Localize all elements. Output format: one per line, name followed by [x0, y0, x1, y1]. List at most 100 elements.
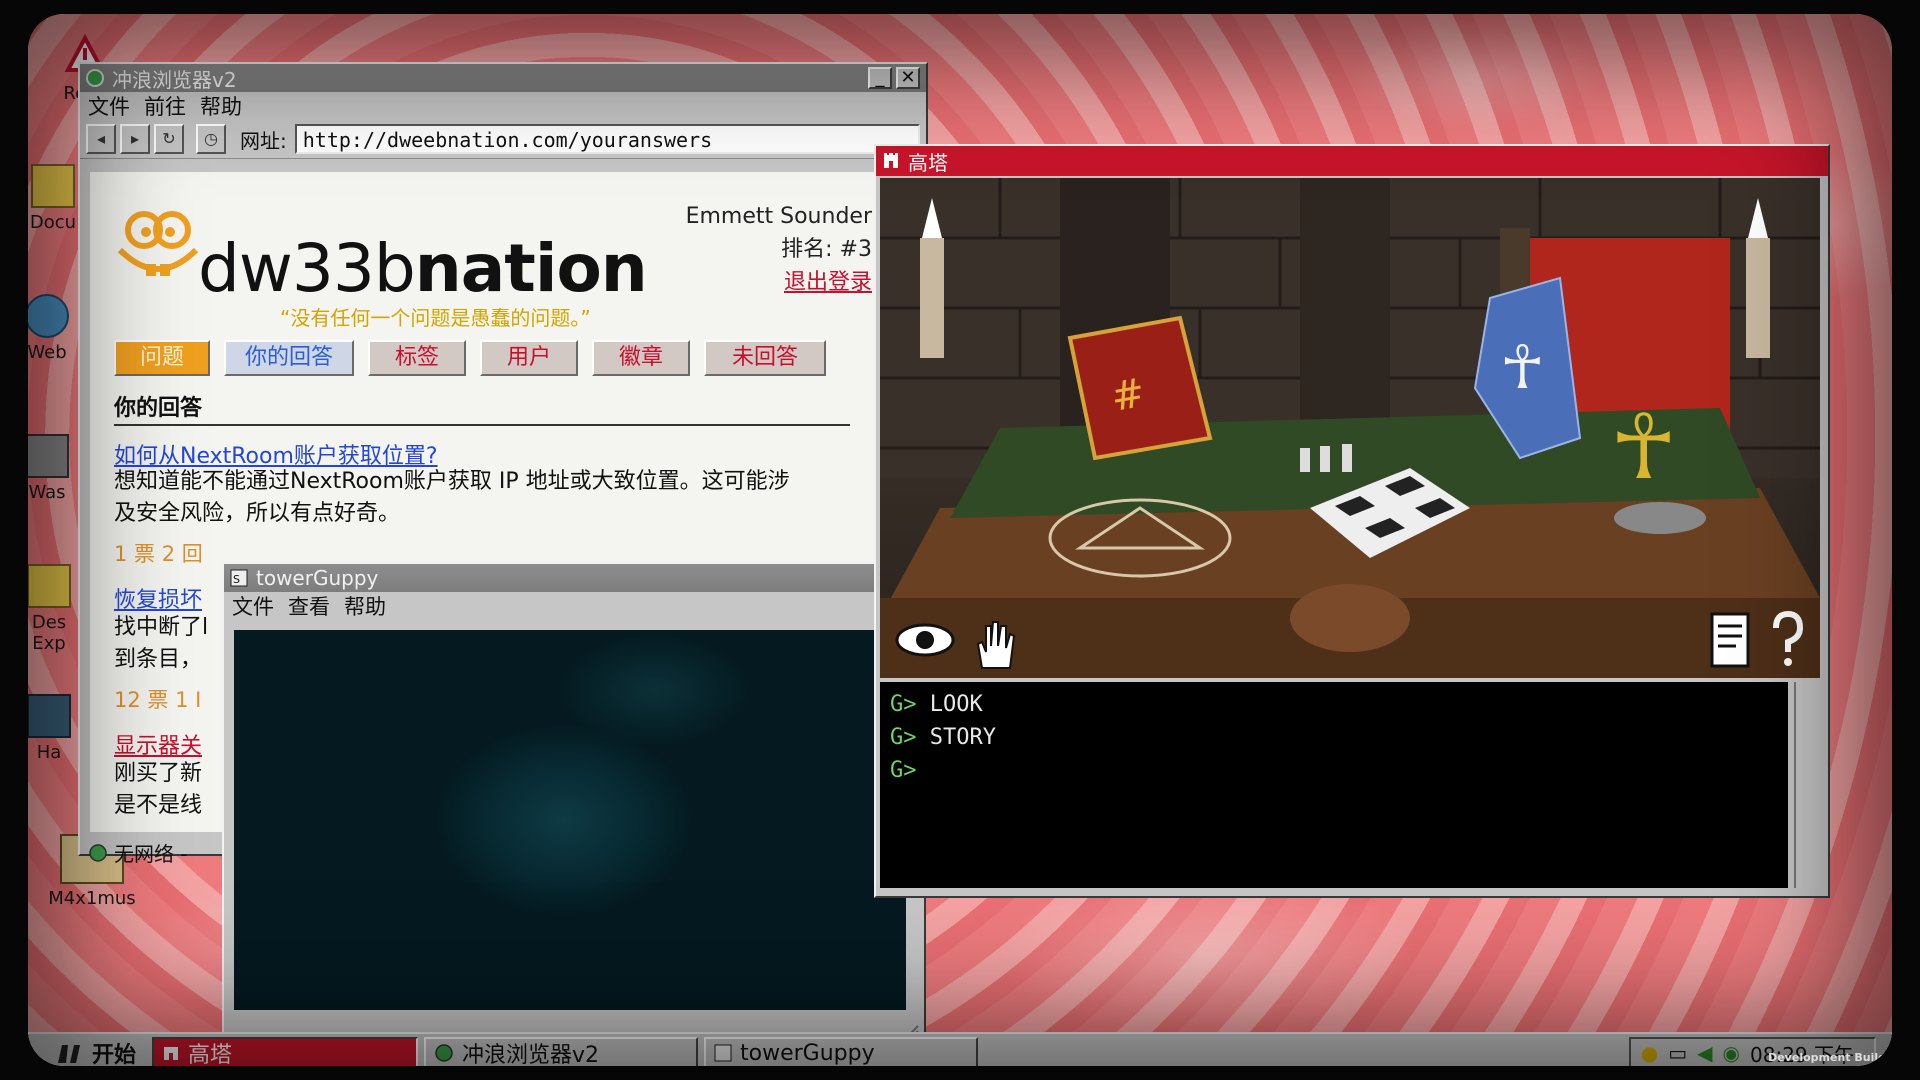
tab-tags[interactable]: 标签	[368, 340, 466, 376]
desktop-icon-desktop-explorer[interactable]: Des Exp	[28, 564, 84, 654]
browser-titlebar[interactable]: 冲浪浏览器v2 _ ✕	[80, 64, 926, 92]
task-button-tower[interactable]: 高塔	[152, 1037, 419, 1066]
close-button[interactable]: ✕	[896, 67, 920, 89]
network-card-icon[interactable]: ▭	[1668, 1041, 1687, 1065]
tab-unanswered[interactable]: 未回答	[704, 340, 826, 376]
tab-your-answers[interactable]: 你的回答	[224, 340, 354, 376]
globe-status-icon[interactable]: ◉	[1723, 1041, 1740, 1065]
guppy-app-icon: S	[230, 569, 248, 587]
status-bar: 无网络 -	[88, 838, 188, 867]
hand-interact-icon[interactable]	[970, 618, 1018, 670]
tab-questions[interactable]: 问题	[114, 340, 210, 376]
help-question-icon[interactable]	[1770, 610, 1806, 670]
svg-text:S: S	[233, 573, 240, 586]
tower-icon	[884, 153, 898, 168]
menu-go[interactable]: 前往	[144, 91, 186, 121]
speaker-icon[interactable]: ◀	[1697, 1041, 1712, 1065]
game-scene-art: # ☥ ☥	[880, 178, 1820, 678]
menu-help[interactable]: 帮助	[344, 591, 386, 621]
desktop-icon-label: Des Exp	[31, 612, 67, 654]
start-logo-icon	[58, 1045, 80, 1063]
utility-toolbar	[1706, 610, 1806, 670]
menu-file[interactable]: 文件	[232, 591, 274, 621]
console-input-line[interactable]: G>	[890, 754, 1778, 787]
question-body: 找中断了l	[114, 615, 209, 640]
arrow-left-icon: ◂	[96, 129, 106, 148]
user-box: Emmett Sounder 排名: #3 退出登录	[686, 200, 872, 299]
section-title: 你的回答	[114, 396, 203, 421]
story-scroll-icon[interactable]	[1706, 610, 1754, 670]
console-text: LOOK	[929, 692, 983, 717]
site-tagline: “没有任何一个问题是愚蠢的问题。”	[280, 306, 591, 330]
section-divider	[114, 424, 850, 426]
question-body: 及安全风险，所以有点好奇。	[114, 501, 401, 526]
console-prompt: G>	[890, 725, 917, 750]
question-meta: 12 票 1 I	[114, 688, 202, 712]
game-scene[interactable]: # ☥ ☥	[880, 178, 1820, 678]
task-label: 高塔	[188, 1043, 233, 1066]
user-rank: 排名: #3	[781, 237, 872, 262]
arrow-right-icon: ▸	[130, 129, 140, 148]
question-body: 刚买了新	[114, 761, 203, 786]
desktop-icon-label: Was	[28, 482, 66, 503]
task-button-guppy[interactable]: towerGuppy	[704, 1037, 979, 1066]
desktop-icon-label: Ha	[36, 742, 62, 763]
desktop: Re Is Docu Web Was Des Exp Ha M4x1mus 冲浪…	[28, 14, 1892, 1066]
program-icon	[28, 434, 69, 478]
forward-button[interactable]: ▸	[120, 124, 150, 154]
console-line: G> STORY	[890, 721, 1778, 754]
look-eye-icon[interactable]	[894, 618, 956, 662]
question-link[interactable]: 恢复损坏	[114, 582, 202, 614]
game-console[interactable]: G> LOOK G> STORY G>	[880, 682, 1788, 888]
menu-help[interactable]: 帮助	[200, 91, 242, 121]
site-logo-text: dw33bnation	[198, 230, 648, 307]
globe-icon	[28, 294, 69, 338]
menu-view[interactable]: 查看	[288, 591, 330, 621]
console-prompt: G>	[890, 692, 917, 717]
desktop-icon-ha[interactable]: Ha	[28, 694, 84, 763]
desktop-icon-label: M4x1mus	[48, 888, 136, 909]
console-text: STORY	[929, 725, 996, 750]
tab-badges[interactable]: 徽章	[592, 340, 690, 376]
refresh-button[interactable]: ↻	[154, 124, 184, 154]
svg-text:☥: ☥	[1610, 395, 1677, 500]
console-scrollbar[interactable]	[1794, 682, 1824, 888]
guppy-titlebar[interactable]: S towerGuppy _	[224, 564, 924, 592]
guppy-menubar: 文件 查看 帮助	[224, 592, 924, 620]
menu-file[interactable]: 文件	[88, 91, 130, 121]
address-label: 网址:	[240, 128, 287, 153]
tower-icon	[164, 1047, 179, 1060]
dweeb-mascot-logo	[117, 211, 199, 276]
console-line: G> LOOK	[890, 688, 1778, 721]
question-link[interactable]: 显示器关	[114, 728, 202, 760]
image-icon	[28, 694, 71, 738]
browser-menubar: 文件 前往 帮助	[80, 92, 926, 120]
address-input[interactable]: http://dweebnation.com/youranswers	[294, 124, 920, 154]
start-button[interactable]: 开始	[28, 1036, 146, 1066]
tab-users[interactable]: 用户	[480, 340, 578, 376]
tower-game-window[interactable]: 高塔 # ☥ ☥ G> LOOK G> STORY G>	[874, 144, 1830, 898]
window-title: towerGuppy	[256, 566, 379, 590]
desktop-icon-web[interactable]: Web	[28, 294, 82, 363]
window-title: 冲浪浏览器v2	[112, 67, 237, 92]
logout-link[interactable]: 退出登录	[686, 266, 872, 299]
tower-titlebar[interactable]: 高塔	[876, 146, 1828, 176]
network-globe-icon	[89, 843, 107, 862]
refresh-icon: ↻	[162, 129, 176, 148]
dev-build-label: Development Build	[1768, 1051, 1886, 1064]
lightbulb-icon[interactable]: ●	[1641, 1041, 1658, 1065]
tower-guppy-window[interactable]: S towerGuppy _ 文件 查看 帮助	[222, 562, 926, 1048]
minimize-button[interactable]: _	[868, 67, 892, 89]
logo-bold: nation	[414, 230, 648, 307]
guppy-viewport[interactable]	[234, 630, 906, 1010]
user-name: Emmett Sounder	[685, 204, 872, 229]
verb-toolbar	[894, 618, 1018, 670]
back-button[interactable]: ◂	[86, 124, 116, 154]
desktop-icon-was[interactable]: Was	[28, 434, 82, 503]
site-nav: 问题 你的回答 标签 用户 徽章 未回答	[114, 340, 840, 376]
task-button-browser[interactable]: 冲浪浏览器v2	[424, 1037, 699, 1066]
start-label: 开始	[92, 1043, 137, 1066]
question-body: 到条目，	[114, 647, 203, 672]
browser-toolbar: ◂ ▸ ↻ ◷ 网址: http://dweebnation.com/youra…	[80, 120, 926, 159]
history-button[interactable]: ◷	[196, 124, 226, 154]
